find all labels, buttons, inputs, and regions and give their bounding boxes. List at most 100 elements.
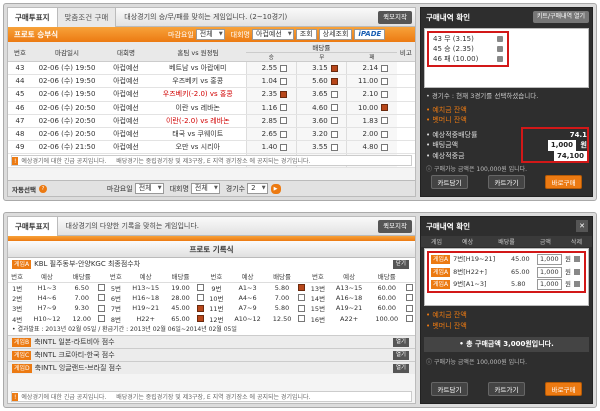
record-checkbox[interactable] xyxy=(298,304,306,312)
auto-select-go-icon[interactable]: ▶ xyxy=(270,183,281,194)
search-button[interactable]: 조회 xyxy=(295,29,317,40)
draw-checkbox[interactable] xyxy=(330,130,338,138)
go-to-cart-button-2[interactable]: 카트가기 xyxy=(487,382,526,396)
record-checkbox-cell[interactable] xyxy=(296,282,307,293)
draw-odds-cell[interactable]: 3.15 xyxy=(295,61,347,76)
other-game-row[interactable]: 게임D 축INTL 잉글랜드-브라질 점수 열기 xyxy=(8,361,415,374)
draw-odds-cell[interactable]: 5.60 xyxy=(295,74,347,89)
tab-custom-purchase[interactable]: 맞춤조건 구매 xyxy=(57,7,117,27)
record-checkbox[interactable] xyxy=(196,304,204,312)
delete-icon[interactable] xyxy=(574,256,580,262)
win-checkbox[interactable] xyxy=(280,130,288,138)
record-checkbox[interactable] xyxy=(406,315,414,323)
match-row[interactable]: 47 02-06 (수) 20:50 아컵예선 이란(-2.0) vs 레바논 2.85… xyxy=(8,114,415,128)
match-row[interactable]: 48 02-06 (수) 20:50 아컵예선 태국 vs 쿠웨이트 2.65 3.20 2… xyxy=(8,127,415,142)
draw-odds-cell[interactable]: 3.60 xyxy=(295,114,347,128)
remove-icon[interactable] xyxy=(497,36,503,42)
auto-day-select[interactable]: 전체 xyxy=(134,183,164,194)
record-checkbox-cell[interactable] xyxy=(195,303,206,314)
match-row[interactable]: 44 02-06 (수) 19:50 아컵예선 우즈베키 vs 홍콩 1.04 5.60 1… xyxy=(8,74,415,89)
record-checkbox-cell[interactable] xyxy=(96,282,107,293)
match-row[interactable]: 49 02-06 (수) 21:50 아컵예선 오만 vs 시리아 1.40 3.55 4.… xyxy=(8,140,415,155)
win-checkbox[interactable] xyxy=(280,90,288,98)
record-checkbox[interactable] xyxy=(196,315,204,323)
match-row[interactable]: 43 02-06 (수) 19:50 아컵예선 베트남 vs 아랍에미 2.55 3.15… xyxy=(8,61,415,76)
record-checkbox-cell[interactable] xyxy=(96,293,107,304)
game-a-close-button[interactable]: 닫기 xyxy=(392,260,409,269)
loss-odds-cell[interactable]: 11.00 xyxy=(346,74,397,89)
pick-amount-input[interactable]: 1,000 xyxy=(537,279,562,290)
record-checkbox-cell[interactable] xyxy=(296,293,307,304)
draw-checkbox[interactable] xyxy=(330,117,338,125)
delete-icon[interactable] xyxy=(574,281,580,287)
auto-count-select[interactable]: 2 xyxy=(247,183,268,194)
ipade-logo[interactable]: iPADE xyxy=(354,29,386,40)
match-row[interactable]: 45 02-06 (수) 19:50 아컵예선 우즈베키(-2.0) vs 홍콩 2.3… xyxy=(8,87,415,102)
bet-amount-input[interactable]: 1,000 xyxy=(547,140,576,151)
win-odds-cell[interactable]: 2.85 xyxy=(245,114,297,128)
record-checkbox-cell[interactable] xyxy=(195,293,206,304)
record-checkbox[interactable] xyxy=(196,294,204,302)
loss-checkbox[interactable] xyxy=(381,77,389,85)
quick-button[interactable]: 퀵모지작 xyxy=(378,11,412,24)
loss-odds-cell[interactable]: 2.00 xyxy=(346,127,397,142)
record-checkbox-cell[interactable] xyxy=(404,314,415,325)
day-filter-select[interactable]: 전체 xyxy=(195,29,225,40)
record-checkbox[interactable] xyxy=(97,294,105,302)
league-filter-select[interactable]: 아컵예선 xyxy=(252,29,294,40)
match-row[interactable]: 46 02-06 (수) 20:50 아컵예선 이란 vs 레바논 1.16 4.60 10… xyxy=(8,101,415,115)
draw-odds-cell[interactable]: 4.60 xyxy=(295,101,347,115)
record-checkbox[interactable] xyxy=(406,304,414,312)
quick-button-2[interactable]: 퀵모지작 xyxy=(378,220,412,233)
draw-odds-cell[interactable]: 3.20 xyxy=(295,127,347,142)
loss-odds-cell[interactable]: 1.83 xyxy=(346,114,397,128)
record-checkbox-cell[interactable] xyxy=(96,303,107,314)
record-checkbox-cell[interactable] xyxy=(96,314,107,325)
loss-checkbox[interactable] xyxy=(381,130,389,138)
loss-odds-cell[interactable]: 4.80 xyxy=(346,140,397,155)
record-checkbox[interactable] xyxy=(406,294,414,302)
win-checkbox[interactable] xyxy=(280,64,288,72)
open-button[interactable]: 열기 xyxy=(392,338,409,347)
cart-history-button[interactable]: 키트/구매내역 열기 xyxy=(532,11,589,23)
loss-checkbox[interactable] xyxy=(381,117,389,125)
win-odds-cell[interactable]: 2.65 xyxy=(245,127,297,142)
record-checkbox-cell[interactable] xyxy=(404,303,415,314)
loss-checkbox[interactable] xyxy=(381,90,389,98)
win-checkbox[interactable] xyxy=(280,117,288,125)
draw-odds-cell[interactable]: 3.65 xyxy=(295,87,347,102)
loss-checkbox[interactable] xyxy=(381,64,389,72)
help-icon[interactable]: ? xyxy=(38,184,47,193)
loss-odds-cell[interactable]: 2.10 xyxy=(346,87,397,102)
pick-amount-input[interactable]: 1,000 xyxy=(537,266,562,278)
other-game-row[interactable]: 게임B 축INTL 일본-라트비아 점수 열기 xyxy=(8,335,415,348)
loss-checkbox[interactable] xyxy=(381,104,389,112)
win-odds-cell[interactable]: 1.16 xyxy=(245,101,297,115)
close-icon[interactable]: ✕ xyxy=(576,220,588,232)
draw-checkbox[interactable] xyxy=(330,104,338,112)
draw-odds-cell[interactable]: 3.55 xyxy=(295,140,347,155)
tab-betting-slip[interactable]: 구매투표지 xyxy=(8,7,58,27)
record-checkbox-cell[interactable] xyxy=(195,314,206,325)
record-checkbox-cell[interactable] xyxy=(296,314,307,325)
pick-amount-input[interactable]: 1,000 xyxy=(537,254,562,265)
record-checkbox[interactable] xyxy=(406,284,414,291)
win-odds-cell[interactable]: 2.35 xyxy=(245,87,297,102)
win-odds-cell[interactable]: 1.40 xyxy=(245,140,297,155)
win-checkbox[interactable] xyxy=(280,104,288,112)
add-to-cart-button-2[interactable]: 카트담기 xyxy=(430,382,469,396)
win-checkbox[interactable] xyxy=(280,77,288,85)
add-to-cart-button[interactable]: 카트담기 xyxy=(430,175,469,189)
record-checkbox-cell[interactable] xyxy=(404,282,415,293)
win-checkbox[interactable] xyxy=(280,143,288,151)
draw-checkbox[interactable] xyxy=(330,143,338,151)
draw-checkbox[interactable] xyxy=(330,90,338,98)
record-checkbox-cell[interactable] xyxy=(404,293,415,304)
record-checkbox[interactable] xyxy=(196,284,204,291)
record-checkbox[interactable] xyxy=(298,315,306,323)
record-checkbox[interactable] xyxy=(97,304,105,312)
draw-checkbox[interactable] xyxy=(330,77,338,85)
auto-league-select[interactable]: 전체 xyxy=(190,183,220,194)
open-button[interactable]: 열기 xyxy=(392,351,409,360)
delete-icon[interactable] xyxy=(574,268,580,275)
